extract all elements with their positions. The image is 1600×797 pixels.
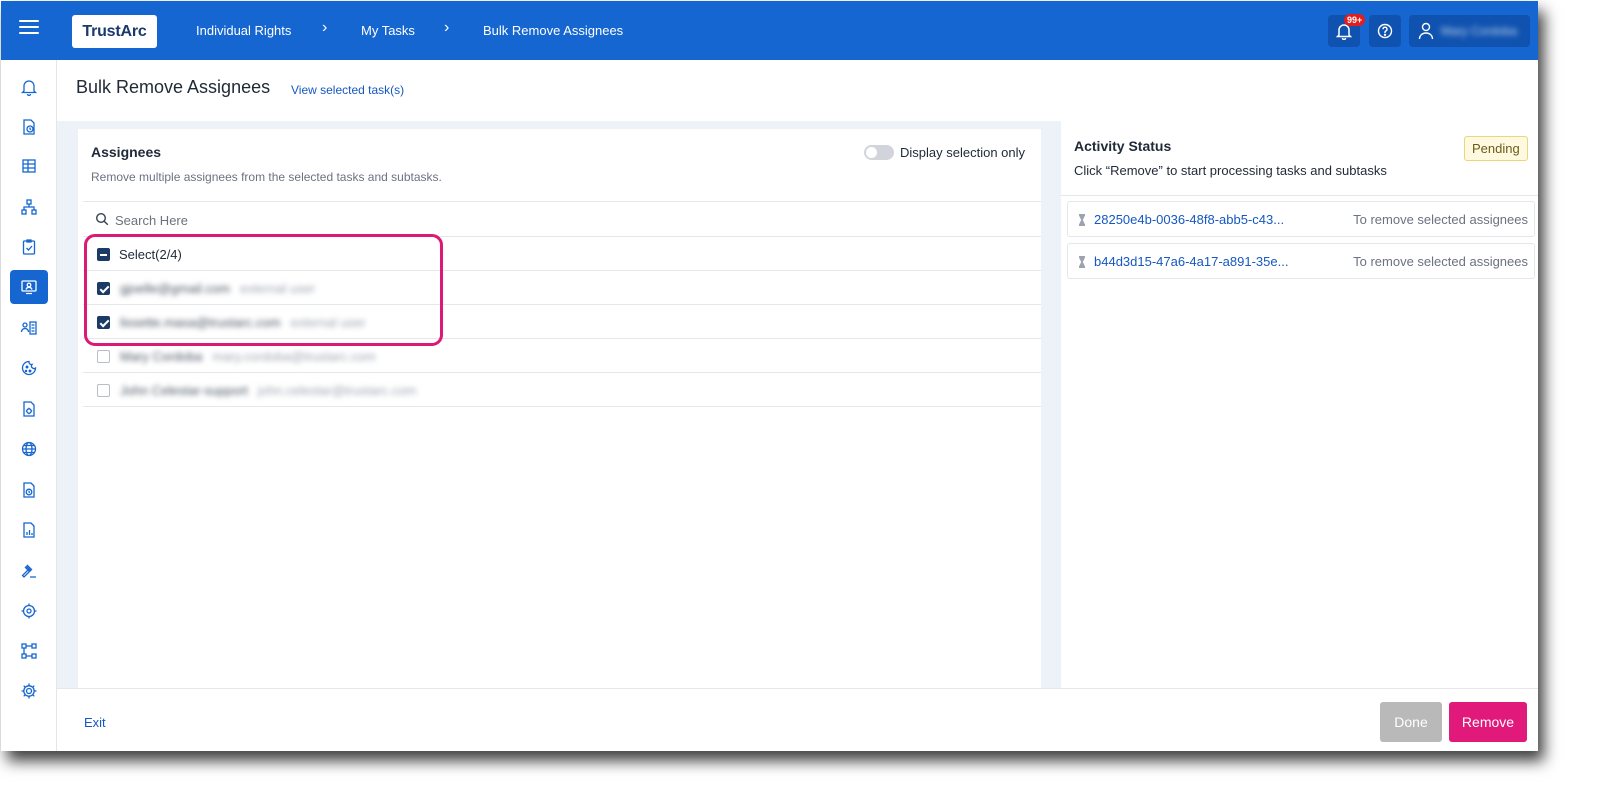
task-row: b44d3d15-47a6-4a17-a891-35e... To remove… bbox=[1067, 243, 1535, 279]
assignee-name-text: Mary Cordoba bbox=[120, 349, 203, 364]
assignee-row[interactable]: John Celestar-support john.celestar@trust… bbox=[83, 373, 1041, 407]
assignee-name-text: John Celestar-support bbox=[120, 383, 248, 398]
doc-chart-icon[interactable] bbox=[20, 521, 38, 539]
activity-status-panel: Activity Status Click “Remove” to start … bbox=[1061, 121, 1538, 688]
task-status: To remove selected assignees bbox=[1353, 254, 1528, 269]
task-status: To remove selected assignees bbox=[1353, 212, 1528, 227]
assignee-name: Mary Cordoba mary.cordoba@trustarc.com bbox=[120, 349, 376, 364]
breadcrumb-current-page: Bulk Remove Assignees bbox=[483, 23, 624, 38]
selection-highlight-annotation bbox=[84, 234, 443, 346]
workflow-icon[interactable] bbox=[20, 642, 38, 660]
chevron-right-icon: › bbox=[444, 19, 450, 36]
help-button[interactable] bbox=[1369, 15, 1401, 47]
activity-status-title: Activity Status bbox=[1074, 138, 1172, 154]
search-input[interactable] bbox=[115, 210, 715, 230]
exit-link[interactable]: Exit bbox=[84, 715, 106, 730]
hamburger-menu-icon[interactable] bbox=[19, 20, 39, 40]
breadcrumb-my-tasks[interactable]: My Tasks bbox=[361, 23, 415, 38]
notification-count-badge: 99+ bbox=[1344, 14, 1366, 26]
task-id-link[interactable]: 28250e4b-0036-48f8-abb5-c43... bbox=[1094, 212, 1284, 227]
clock-doc-icon[interactable] bbox=[20, 118, 38, 136]
top-bar: TrustArc Individual Rights › My Tasks › … bbox=[1, 1, 1538, 60]
bell-icon[interactable] bbox=[20, 78, 38, 97]
search-icon bbox=[95, 212, 109, 226]
org-chart-icon[interactable] bbox=[20, 198, 38, 216]
notifications-button[interactable]: 99+ bbox=[1328, 14, 1366, 47]
trustarc-logo[interactable]: TrustArc bbox=[72, 15, 157, 48]
page-title: Bulk Remove Assignees bbox=[76, 77, 271, 97]
help-icon bbox=[1377, 23, 1393, 39]
divider bbox=[1061, 195, 1538, 196]
sidebar bbox=[1, 60, 57, 751]
user-menu-button[interactable]: Mary Cordoba bbox=[1409, 15, 1530, 47]
assignees-title: Assignees bbox=[91, 144, 162, 160]
clipboard-check-icon[interactable] bbox=[20, 238, 38, 256]
globe-icon[interactable] bbox=[20, 440, 38, 458]
breadcrumb-individual-rights[interactable]: Individual Rights bbox=[196, 23, 291, 38]
chevron-right-icon: › bbox=[322, 19, 328, 36]
assignee-checkbox[interactable] bbox=[97, 350, 110, 363]
gear-icon[interactable] bbox=[20, 682, 38, 700]
assignees-panel: Assignees Remove multiple assignees from… bbox=[78, 129, 1041, 688]
display-selection-label: Display selection only bbox=[900, 145, 1026, 160]
task-id-link[interactable]: b44d3d15-47a6-4a17-a891-35e... bbox=[1094, 254, 1288, 269]
assignee-checkbox[interactable] bbox=[97, 384, 110, 397]
footer: Exit Done Remove bbox=[57, 688, 1538, 751]
hourglass-icon bbox=[1079, 214, 1085, 226]
doc-gear-icon[interactable] bbox=[20, 400, 38, 418]
user-name: Mary Cordoba bbox=[1441, 24, 1518, 38]
app-window: TrustArc Individual Rights › My Tasks › … bbox=[1, 1, 1538, 751]
assignee-email: mary.cordoba@trustarc.com bbox=[212, 349, 376, 364]
view-selected-tasks-link[interactable]: View selected task(s) bbox=[291, 83, 404, 97]
display-selection-toggle[interactable] bbox=[864, 145, 894, 160]
doc-clock-icon[interactable] bbox=[20, 481, 38, 499]
assignee-email: john.celestar@trustarc.com bbox=[257, 383, 417, 398]
user-screen-icon[interactable] bbox=[20, 278, 38, 296]
assignees-subtitle: Remove multiple assignees from the selec… bbox=[91, 170, 442, 184]
status-badge: Pending bbox=[1464, 136, 1528, 161]
remove-button[interactable]: Remove bbox=[1449, 702, 1527, 742]
user-icon bbox=[1418, 22, 1434, 40]
target-icon[interactable] bbox=[20, 602, 38, 620]
assignee-name: John Celestar-support john.celestar@trust… bbox=[120, 383, 416, 398]
table-icon[interactable] bbox=[20, 157, 38, 175]
user-list-icon[interactable] bbox=[20, 319, 38, 337]
cookie-icon[interactable] bbox=[20, 359, 38, 377]
activity-status-subtitle: Click “Remove” to start processing tasks… bbox=[1074, 163, 1387, 178]
done-button[interactable]: Done bbox=[1380, 702, 1442, 742]
search-bar bbox=[83, 201, 1041, 237]
gavel-icon[interactable] bbox=[20, 562, 38, 580]
hourglass-icon bbox=[1079, 256, 1085, 268]
task-row: 28250e4b-0036-48f8-abb5-c43... To remove… bbox=[1067, 201, 1535, 237]
